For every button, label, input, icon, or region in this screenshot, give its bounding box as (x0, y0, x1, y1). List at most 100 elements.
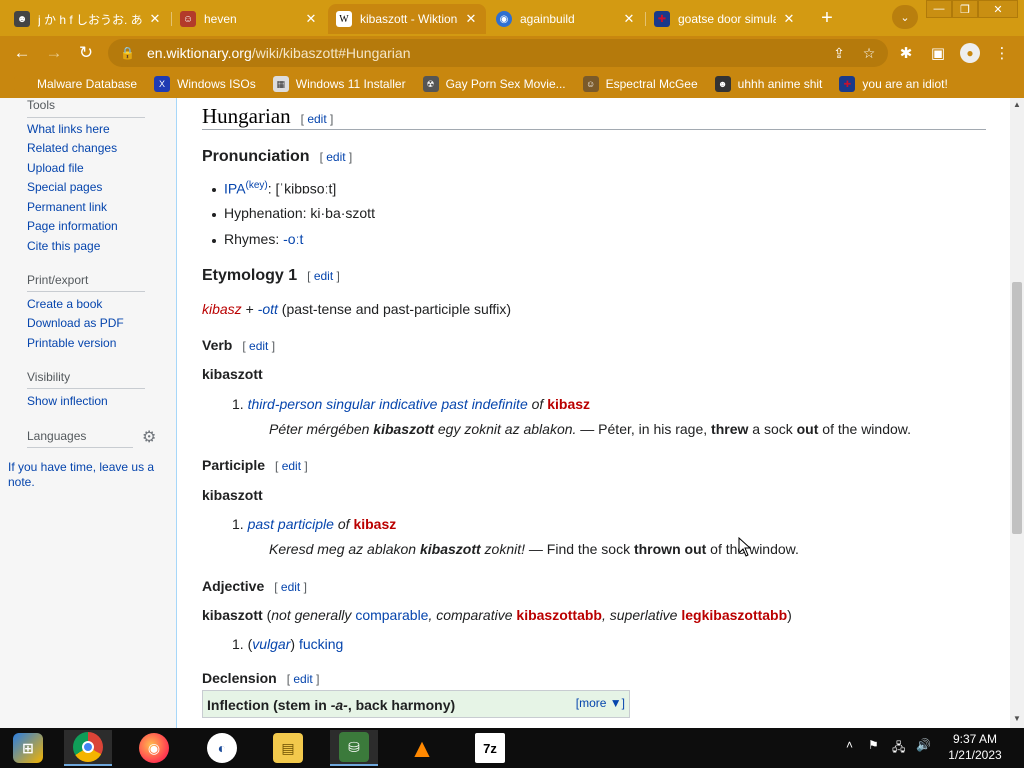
star-icon[interactable]: ☆ (858, 45, 880, 62)
bookmark-3[interactable]: ☢ Gay Porn Sex Movie... (422, 76, 566, 92)
fucking-link[interactable]: fucking (299, 636, 343, 652)
gear-icon[interactable]: ⚙ (142, 427, 156, 447)
tab-4[interactable]: ✚ goatse door simulator ✕ (646, 4, 804, 34)
taskbar-7zip[interactable]: 7z (466, 730, 514, 766)
tab-2[interactable]: W kibaszott - Wiktionary ✕ (328, 4, 486, 34)
volume-icon[interactable]: 🔊 (916, 738, 931, 752)
sidebar-divider (27, 388, 145, 389)
page-scrollbar[interactable]: ▲ ▼ (1010, 98, 1024, 728)
lemma-link[interactable]: kibasz (547, 396, 590, 412)
blue-circle-icon: ◉ (496, 11, 512, 27)
bookmark-6[interactable]: ✚ you are an idiot! (839, 76, 948, 92)
flag-icon[interactable]: ⚑ (868, 738, 879, 752)
ipa-key-link[interactable]: (key) (246, 180, 268, 191)
bookmarks-bar: Malware Database X Windows ISOs ▦ Windows … (0, 70, 1024, 98)
tab-strip: ☻ j か h f しおうお. あ ✕ ☺ heven ✕ W kibaszot… (0, 0, 1024, 36)
scroll-up-arrow[interactable]: ▲ (1012, 100, 1022, 109)
bookmark-icon: ☢ (422, 76, 439, 92)
vulgar-link[interactable]: vulgar (252, 636, 290, 652)
taskbar-vlc[interactable]: ▲ (398, 730, 446, 766)
scroll-thumb[interactable] (1012, 282, 1022, 534)
sidebar-item-permanent-link[interactable]: Permanent link (27, 200, 107, 214)
verb-form-link[interactable]: third-person singular indicative past in… (248, 396, 528, 412)
taskbar-network[interactable]: ⛁ (330, 730, 378, 766)
sidebar-item-printable-version[interactable]: Printable version (27, 336, 116, 350)
bookmark-2[interactable]: ▦ Windows 11 Installer (272, 76, 406, 92)
sidebar-item-download-pdf[interactable]: Download as PDF (27, 316, 124, 330)
close-icon[interactable]: ✕ (622, 11, 636, 27)
sidebar-item-cite-this-page[interactable]: Cite this page (27, 239, 100, 253)
bookmark-5[interactable]: ☻ uhhh anime shit (714, 76, 822, 92)
lemma-link[interactable]: kibasz (353, 516, 396, 532)
sidebar-item-page-information[interactable]: Page information (27, 219, 118, 233)
ipa-link[interactable]: IPA (224, 181, 246, 197)
new-tab-button[interactable]: + (814, 6, 840, 30)
superlative-link[interactable]: legkibaszottabb (681, 607, 787, 623)
bookmark-4[interactable]: ☺ Espectral McGee (582, 76, 698, 92)
sidebar-item-upload-file[interactable]: Upload file (27, 161, 84, 175)
menu-icon[interactable]: ⋮ (990, 42, 1014, 64)
edit-section-link[interactable]: [ edit ] (307, 269, 340, 283)
etymology-link-kibasz[interactable]: kibasz (202, 301, 242, 317)
edit-section-link[interactable]: [ edit ] (242, 339, 275, 353)
close-icon[interactable]: ✕ (304, 11, 318, 27)
show-more-toggle[interactable]: [more ▼] (576, 696, 625, 710)
sidebar-item-what-links-here[interactable]: What links here (27, 122, 110, 136)
tab-0[interactable]: ☻ j か h f しおうお. あ ✕ (6, 4, 170, 34)
obama-logo-icon: ◐ (207, 733, 237, 763)
back-button[interactable]: ← (10, 41, 34, 65)
sidebar-item-special-pages[interactable]: Special pages (27, 180, 102, 194)
edit-section-link[interactable]: [ edit ] (274, 580, 307, 594)
taskbar-firefox[interactable]: ◉ (130, 730, 178, 766)
adjective-headword: kibaszott (not generally comparable, com… (202, 607, 792, 623)
address-url[interactable]: en.wiktionary.org/wiki/kibaszott#Hungari… (147, 45, 828, 61)
side-panel-icon[interactable]: ▣ (926, 42, 950, 64)
rhymes-link[interactable]: -oːt (283, 231, 303, 247)
inflection-table-header[interactable]: Inflection (stem in -a-, back harmony) [… (202, 690, 630, 718)
comparative-link[interactable]: kibaszottabb (516, 607, 602, 623)
edit-section-link[interactable]: [ edit ] (287, 672, 320, 686)
comparable-link[interactable]: comparable (355, 607, 428, 623)
past-participle-link[interactable]: past participle (248, 516, 334, 532)
forward-button[interactable]: → (42, 41, 66, 65)
minimize-button[interactable]: — (926, 0, 952, 18)
extensions-icon[interactable]: ✱ (894, 42, 918, 64)
close-icon[interactable]: ✕ (464, 11, 478, 27)
sidebar-item-create-book[interactable]: Create a book (27, 297, 102, 311)
restore-button[interactable]: ❐ (952, 0, 978, 18)
tab-search-button[interactable]: ⌄ (892, 5, 918, 29)
tab-3[interactable]: ◉ againbuild ✕ (488, 4, 644, 34)
close-icon[interactable]: ✕ (148, 11, 162, 27)
system-clock[interactable]: 9:37 AM 1/21/2023 (940, 731, 1010, 763)
etymology-link-suffix[interactable]: -ott (258, 301, 278, 317)
participle-definition: 1. past participle of kibasz (232, 516, 397, 532)
etymology-heading: Etymology 1[ edit ] (202, 267, 340, 284)
edit-section-link[interactable]: [ edit ] (320, 150, 353, 164)
bookmark-0[interactable]: Malware Database (14, 76, 137, 92)
close-icon[interactable]: ✕ (782, 11, 796, 27)
edit-section-link[interactable]: [ edit ] (301, 112, 334, 126)
profile-button[interactable]: ● (958, 42, 982, 64)
taskbar-chrome[interactable] (64, 730, 112, 766)
taskbar-obama-logo[interactable]: ◐ (198, 730, 246, 766)
share-icon[interactable]: ⇪ (828, 45, 850, 62)
leave-note-link[interactable]: If you have time, leave us a note. (8, 460, 173, 490)
participle-heading: Participle[ edit ] (202, 457, 308, 473)
address-bar[interactable]: 🔒 en.wiktionary.org/wiki/kibaszott#Hunga… (108, 39, 888, 67)
network-tray-icon[interactable]: 🖧 (892, 738, 905, 759)
heading-divider (202, 129, 986, 130)
pronunciation-heading: Pronunciation[ edit ] (202, 148, 353, 165)
sidebar-item-show-inflection[interactable]: Show inflection (27, 394, 108, 408)
anime-icon: ☻ (714, 76, 731, 92)
start-button[interactable]: ⊞ (4, 730, 52, 766)
scroll-down-arrow[interactable]: ▼ (1012, 714, 1022, 723)
bookmark-1[interactable]: X Windows ISOs (154, 76, 256, 92)
show-hidden-icons[interactable]: ˄ (846, 738, 853, 752)
sidebar-item-related-changes[interactable]: Related changes (27, 141, 117, 155)
close-window-button[interactable]: ✕ (978, 0, 1018, 18)
reload-button[interactable]: ↻ (74, 41, 98, 65)
edit-section-link[interactable]: [ edit ] (275, 459, 308, 473)
wiki-sidebar: Tools What links here Related changes Up… (0, 98, 176, 728)
tab-1[interactable]: ☺ heven ✕ (172, 4, 326, 34)
taskbar-file-explorer[interactable]: ▤ (264, 730, 312, 766)
